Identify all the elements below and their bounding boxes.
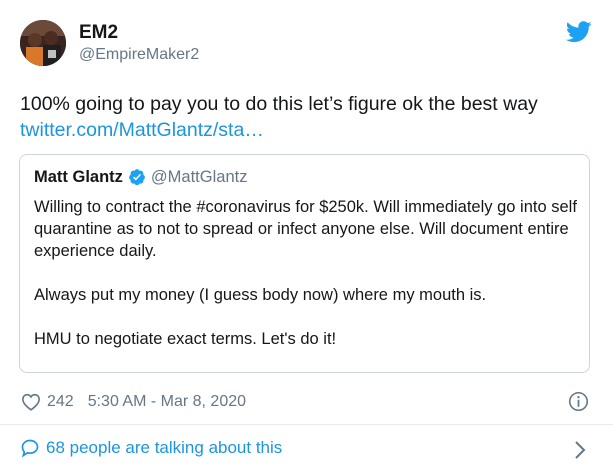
tweet-timestamp[interactable]: 5:30 AM - Mar 8, 2020: [88, 393, 246, 411]
quoted-tweet-header: Matt Glantz @MattGlantz: [34, 166, 247, 188]
conversation-link[interactable]: 68 people are talking about this: [20, 438, 282, 458]
quoted-paragraph-1: Willing to contract the #coronavirus for…: [34, 198, 577, 260]
tweet-card: EM2 @EmpireMaker2 100% going to pay you …: [0, 0, 613, 471]
info-icon[interactable]: [568, 391, 589, 412]
twitter-bird-icon[interactable]: [566, 20, 592, 44]
quoted-paragraph-2: Always put my money (I guess body now) w…: [34, 286, 487, 304]
quoted-tweet[interactable]: Matt Glantz @MattGlantz Willing to contr…: [19, 154, 590, 373]
tweet-link[interactable]: twitter.com/MattGlantz/sta…: [20, 117, 264, 143]
chevron-right-icon[interactable]: [574, 440, 586, 460]
conversation-label[interactable]: 68 people are talking about this: [46, 438, 282, 458]
divider: [0, 424, 613, 425]
quoted-paragraph-3: HMU to negotiate exact terms. Let's do i…: [34, 330, 337, 348]
speech-bubble-icon: [21, 439, 39, 458]
heart-icon[interactable]: [21, 393, 41, 411]
author-avatar[interactable]: [20, 20, 66, 66]
quoted-tweet-body: Willing to contract the #coronavirus for…: [34, 196, 579, 350]
like-count[interactable]: 242: [47, 393, 74, 411]
author-name[interactable]: EM2: [79, 22, 118, 44]
verified-badge-icon: [129, 169, 145, 186]
quoted-author-name: Matt Glantz: [34, 167, 123, 186]
author-handle[interactable]: @EmpireMaker2: [79, 46, 199, 64]
tweet-meta: 242 5:30 AM - Mar 8, 2020: [21, 391, 246, 413]
quoted-author-handle: @MattGlantz: [150, 167, 248, 186]
tweet-text: 100% going to pay you to do this let’s f…: [20, 93, 538, 115]
